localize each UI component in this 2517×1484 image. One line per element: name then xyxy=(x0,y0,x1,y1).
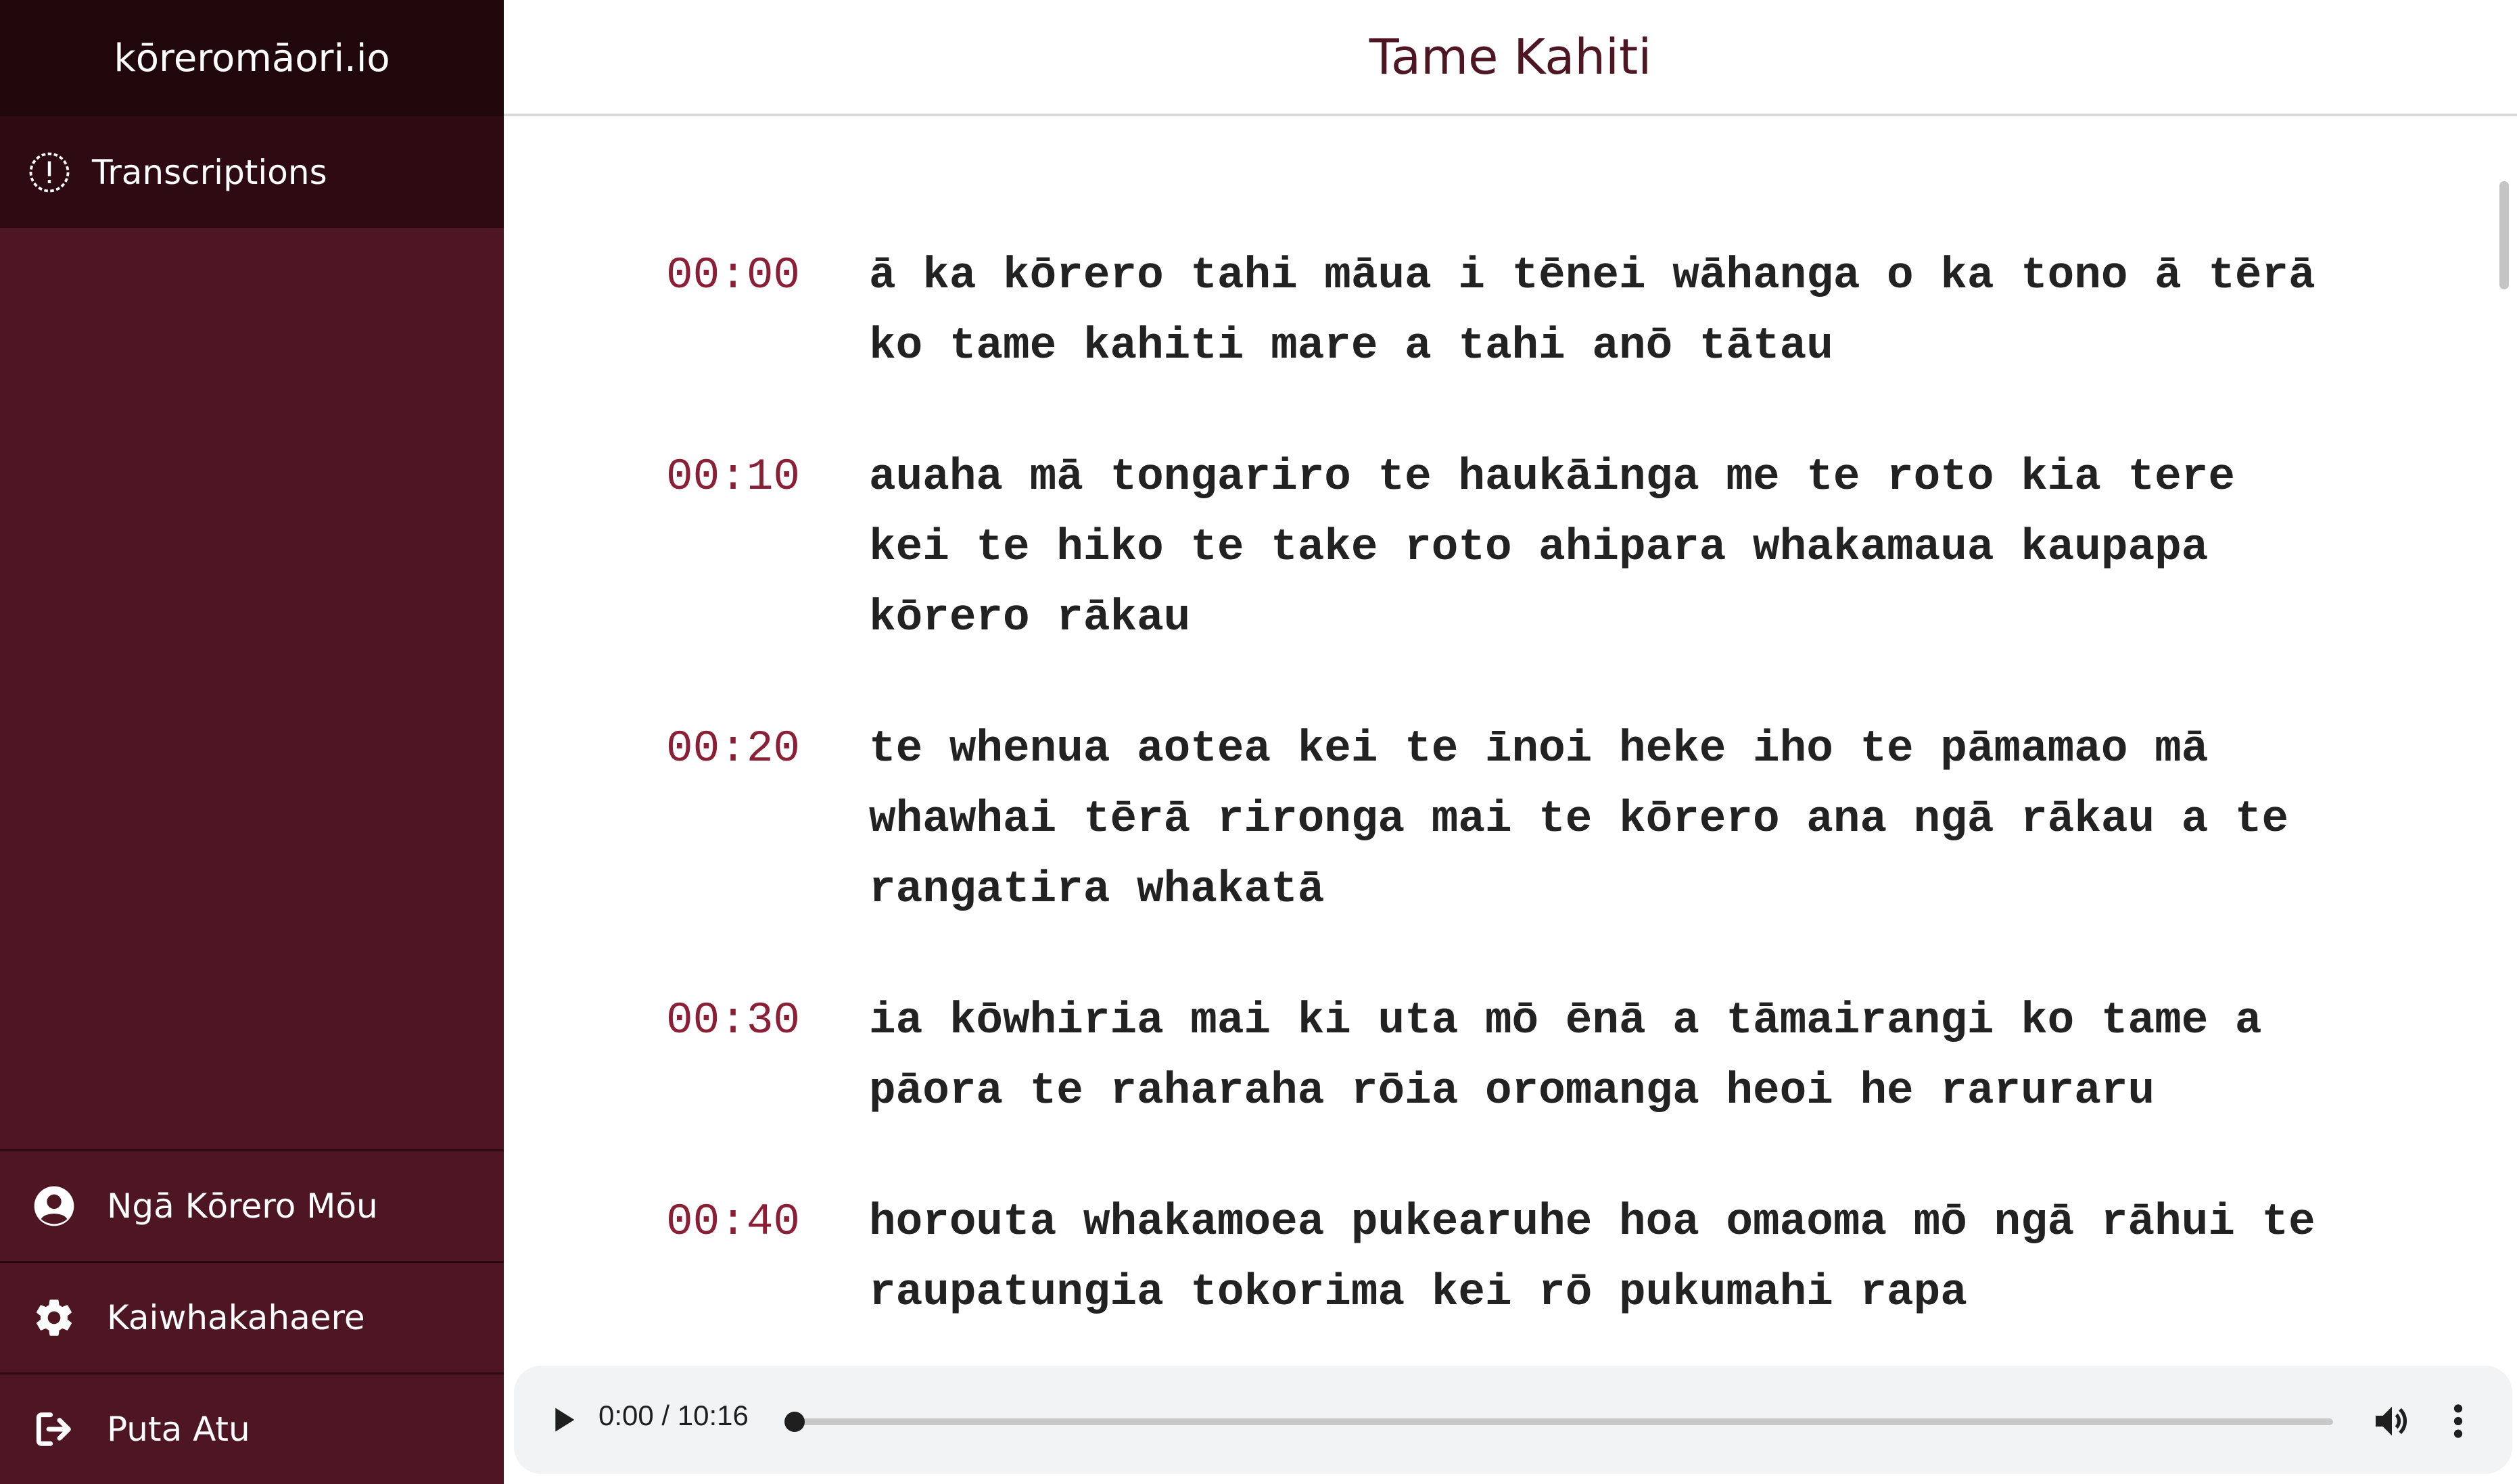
scrollbar-thumb[interactable] xyxy=(2499,181,2509,289)
segment-timestamp[interactable]: 00:30 xyxy=(666,986,869,1126)
transcript-segment[interactable]: 00:00 ā ka kōrero tahi māua i tēnei wāha… xyxy=(666,241,2323,381)
scrollbar-track[interactable] xyxy=(2495,176,2510,1366)
sidebar-item-transcriptions[interactable]: Transcriptions xyxy=(0,116,504,228)
transcript-panel[interactable]: 00:00 ā ka kōrero tahi māua i tēnei wāha… xyxy=(504,119,2517,1363)
audio-player: 0:00 / 10:16 xyxy=(514,1366,2512,1474)
sidebar-item-profile[interactable]: Ngā Kōrero Mōu xyxy=(0,1149,504,1261)
segment-text: auaha mā tongariro te haukāinga me te ro… xyxy=(869,452,2235,643)
transcript-segment[interactable]: 00:30 ia kōwhiria mai ki uta mō ēnā a tā… xyxy=(666,986,2323,1126)
transcript-segment[interactable]: 00:40 horouta whakamoea pukearuhe hoa om… xyxy=(666,1187,2323,1328)
sidebar: kōreromāori.io Transcriptions Ngā Kōrero… xyxy=(0,0,504,1484)
page-title: Tame Kahiti xyxy=(1369,28,1652,85)
volume-icon[interactable] xyxy=(2370,1399,2414,1443)
sidebar-item-label: Transcriptions xyxy=(92,152,327,192)
seek-bar[interactable] xyxy=(795,1418,2333,1425)
transcript-segment[interactable]: 00:20 te whenua aotea kei te īnoi heke i… xyxy=(666,714,2323,925)
segment-text: ā ka kōrero tahi māua i tēnei wāhanga o … xyxy=(869,250,2315,371)
user-circle-icon xyxy=(34,1186,74,1226)
page-header: Tame Kahiti xyxy=(504,0,2517,116)
sidebar-item-logout[interactable]: Puta Atu xyxy=(0,1372,504,1484)
segment-timestamp[interactable]: 00:20 xyxy=(666,714,869,925)
seek-handle[interactable] xyxy=(784,1412,805,1432)
time-display: 0:00 / 10:16 xyxy=(598,1399,749,1431)
segment-text: horouta whakamoea pukearuhe hoa omaoma m… xyxy=(869,1197,2315,1318)
sign-out-icon xyxy=(36,1412,71,1446)
play-icon[interactable] xyxy=(544,1401,582,1439)
segment-timestamp[interactable]: 00:00 xyxy=(666,241,869,381)
more-options-icon[interactable] xyxy=(2448,1399,2468,1443)
segment-timestamp[interactable]: 00:10 xyxy=(666,442,869,653)
sidebar-item-label: Ngā Kōrero Mōu xyxy=(107,1187,378,1226)
alert-circle-icon xyxy=(29,152,70,192)
sidebar-item-settings[interactable]: Kaiwhakahaere xyxy=(0,1261,504,1372)
brand-logo[interactable]: kōreromāori.io xyxy=(0,0,504,116)
segment-text: ia kōwhiria mai ki uta mō ēnā a tāmairan… xyxy=(869,995,2262,1116)
transcript-segment[interactable]: 00:10 auaha mā tongariro te haukāinga me… xyxy=(666,442,2323,653)
segment-text: te whenua aotea kei te īnoi heke iho te … xyxy=(869,723,2289,915)
gear-icon xyxy=(37,1299,72,1336)
sidebar-item-label: Puta Atu xyxy=(107,1410,250,1449)
sidebar-item-label: Kaiwhakahaere xyxy=(107,1298,365,1337)
segment-timestamp[interactable]: 00:40 xyxy=(666,1187,869,1328)
